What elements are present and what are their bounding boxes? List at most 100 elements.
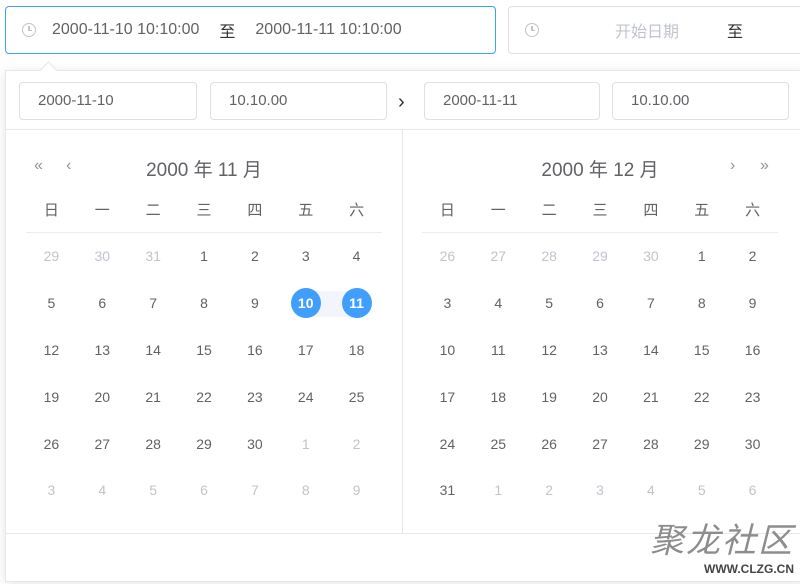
day-cell[interactable]: 20: [575, 373, 626, 420]
day-cell[interactable]: 11: [473, 327, 524, 374]
day-cell[interactable]: 26: [524, 420, 575, 467]
day-cell[interactable]: 31: [128, 233, 179, 280]
day-cell[interactable]: 27: [77, 420, 128, 467]
day-cell[interactable]: 13: [575, 327, 626, 374]
day-cell[interactable]: 19: [524, 373, 575, 420]
day-cell[interactable]: 4: [331, 233, 382, 280]
day-cell[interactable]: 3: [575, 467, 626, 514]
day-cell[interactable]: 30: [77, 233, 128, 280]
day-cell[interactable]: 2: [727, 233, 778, 280]
day-cell[interactable]: 6: [77, 280, 128, 327]
day-cell[interactable]: 4: [625, 467, 676, 514]
day-cell[interactable]: 28: [128, 420, 179, 467]
day-cell[interactable]: 30: [727, 420, 778, 467]
day-number: 26: [439, 248, 456, 265]
day-cell[interactable]: 24: [280, 373, 331, 420]
day-cell[interactable]: 9: [331, 467, 382, 514]
day-cell[interactable]: 8: [676, 280, 727, 327]
start-date-placeholder[interactable]: 开始日期: [615, 18, 679, 42]
day-cell[interactable]: 29: [26, 233, 77, 280]
day-number: 23: [744, 388, 761, 405]
day-cell[interactable]: 9: [727, 280, 778, 327]
day-cell[interactable]: 7: [128, 280, 179, 327]
day-cell[interactable]: 13: [77, 327, 128, 374]
day-cell[interactable]: 4: [473, 280, 524, 327]
day-cell[interactable]: 1: [473, 467, 524, 514]
day-cell[interactable]: 27: [473, 233, 524, 280]
datetime-range-input[interactable]: 2000-11-10 10:10:00 至 2000-11-11 10:10:0…: [5, 6, 496, 54]
day-cell[interactable]: 3: [280, 233, 331, 280]
day-cell[interactable]: 25: [473, 420, 524, 467]
day-cell[interactable]: 29: [575, 233, 626, 280]
day-cell[interactable]: 20: [77, 373, 128, 420]
day-cell[interactable]: 28: [524, 233, 575, 280]
day-cell[interactable]: 10: [422, 327, 473, 374]
day-cell[interactable]: 15: [179, 327, 230, 374]
day-cell[interactable]: 1: [676, 233, 727, 280]
day-cell[interactable]: 25: [331, 373, 382, 420]
day-cell[interactable]: 23: [229, 373, 280, 420]
day-cell[interactable]: 28: [625, 420, 676, 467]
day-cell[interactable]: 7: [229, 467, 280, 514]
day-cell[interactable]: 9: [229, 280, 280, 327]
day-cell[interactable]: 2: [524, 467, 575, 514]
watermark-url: WWW.CLZG.CN: [704, 562, 794, 576]
selected-day-cell[interactable]: 10: [280, 280, 332, 327]
day-cell[interactable]: 27: [575, 420, 626, 467]
day-cell[interactable]: 5: [128, 467, 179, 514]
day-cell[interactable]: 29: [676, 420, 727, 467]
datetime-range-input-empty[interactable]: 开始日期 至: [508, 6, 800, 54]
day-cell[interactable]: 14: [625, 327, 676, 374]
day-cell[interactable]: 18: [473, 373, 524, 420]
range-start-value[interactable]: 2000-11-10 10:10:00: [52, 21, 199, 39]
day-cell[interactable]: 6: [727, 467, 778, 514]
day-cell[interactable]: 17: [280, 327, 331, 374]
day-cell[interactable]: 6: [575, 280, 626, 327]
day-cell[interactable]: 2: [331, 420, 382, 467]
day-cell[interactable]: 22: [676, 373, 727, 420]
day-cell[interactable]: 5: [676, 467, 727, 514]
next-year-icon[interactable]: »: [760, 157, 769, 175]
day-cell[interactable]: 18: [331, 327, 382, 374]
range-end-value[interactable]: 2000-11-11 10:10:00: [255, 21, 401, 39]
day-cell[interactable]: 4: [77, 467, 128, 514]
day-cell[interactable]: 5: [524, 280, 575, 327]
selected-day-cell[interactable]: 11: [331, 280, 382, 327]
day-cell[interactable]: 7: [625, 280, 676, 327]
day-cell[interactable]: 21: [128, 373, 179, 420]
day-cell[interactable]: 30: [625, 233, 676, 280]
start-time-input[interactable]: 10.10.00: [210, 82, 387, 120]
weekday-label: 日: [439, 202, 455, 219]
day-cell[interactable]: 3: [26, 467, 77, 514]
day-cell[interactable]: 15: [676, 327, 727, 374]
left-calendar-title: 2000 年 11 月: [146, 160, 262, 181]
day-cell[interactable]: 8: [280, 467, 331, 514]
day-cell[interactable]: 26: [26, 420, 77, 467]
day-cell[interactable]: 21: [625, 373, 676, 420]
day-cell[interactable]: 5: [26, 280, 77, 327]
day-cell[interactable]: 22: [179, 373, 230, 420]
day-cell[interactable]: 6: [179, 467, 230, 514]
day-cell[interactable]: 17: [422, 373, 473, 420]
day-cell[interactable]: 24: [422, 420, 473, 467]
day-cell[interactable]: 16: [727, 327, 778, 374]
end-date-input[interactable]: 2000-11-11: [424, 82, 600, 120]
day-cell[interactable]: 2: [229, 233, 280, 280]
day-cell[interactable]: 23: [727, 373, 778, 420]
day-cell[interactable]: 26: [422, 233, 473, 280]
day-cell[interactable]: 8: [179, 280, 230, 327]
day-cell[interactable]: 31: [422, 467, 473, 514]
start-date-input[interactable]: 2000-11-10: [19, 82, 197, 120]
day-cell[interactable]: 3: [422, 280, 473, 327]
day-cell[interactable]: 12: [26, 327, 77, 374]
day-cell[interactable]: 1: [179, 233, 230, 280]
day-cell[interactable]: 12: [524, 327, 575, 374]
day-cell[interactable]: 1: [280, 420, 331, 467]
end-time-input[interactable]: 10.10.00: [612, 82, 789, 120]
day-cell[interactable]: 14: [128, 327, 179, 374]
day-cell[interactable]: 16: [229, 327, 280, 374]
day-cell[interactable]: 29: [179, 420, 230, 467]
next-month-icon[interactable]: ›: [730, 157, 735, 175]
day-cell[interactable]: 30: [229, 420, 280, 467]
day-cell[interactable]: 19: [26, 373, 77, 420]
